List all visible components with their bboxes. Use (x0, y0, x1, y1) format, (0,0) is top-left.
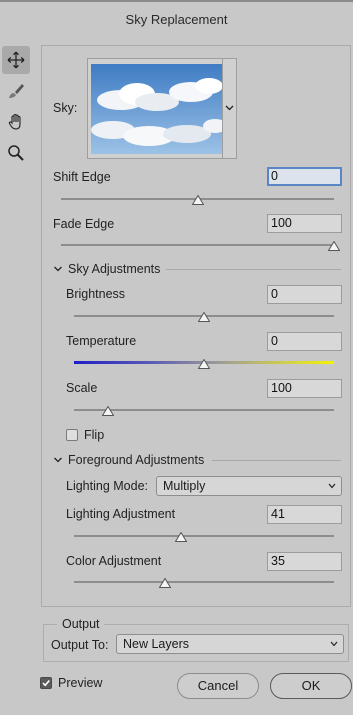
move-tool-button[interactable] (2, 46, 30, 74)
sky-adjustments-header[interactable]: Sky Adjustments (53, 262, 160, 276)
output-to-label: Output To: (51, 638, 109, 652)
shift-edge-input[interactable]: 0 (267, 167, 342, 186)
foreground-adjustments-header[interactable]: Foreground Adjustments (53, 453, 204, 467)
sky-preset-picker[interactable] (87, 58, 237, 159)
chevron-down-icon (328, 483, 336, 489)
scale-label: Scale (66, 381, 98, 395)
checkmark-icon (42, 679, 50, 687)
sky-brush-tool-button[interactable] (2, 77, 30, 105)
foreground-adjustments-title: Foreground Adjustments (68, 453, 205, 467)
color-adjustment-slider-track[interactable] (74, 581, 334, 583)
section-divider (212, 460, 341, 461)
lighting-adjustment-slider-track[interactable] (74, 535, 334, 537)
sky-label: Sky: (53, 101, 78, 115)
fade-edge-label: Fade Edge (53, 217, 115, 231)
scale-input[interactable]: 100 (267, 379, 342, 398)
lighting-adjustment-input[interactable]: 41 (267, 505, 342, 524)
temperature-input[interactable]: 0 (267, 332, 342, 351)
temperature-slider-thumb[interactable] (198, 359, 210, 369)
output-to-value: New Layers (123, 637, 189, 651)
color-adjustment-input[interactable]: 35 (267, 552, 342, 571)
fade-edge-slider-thumb[interactable] (328, 241, 340, 251)
shift-edge-slider-thumb[interactable] (191, 195, 204, 205)
lighting-mode-value: Multiply (163, 479, 206, 493)
move-arrows-icon (7, 51, 25, 69)
magnifier-icon (8, 145, 24, 161)
hand-icon (8, 113, 21, 130)
output-header: Output (62, 617, 100, 631)
brightness-input[interactable]: 0 (267, 285, 342, 304)
lighting-mode-select[interactable]: Multiply (156, 476, 342, 496)
chevron-down-icon (225, 105, 234, 111)
output-to-select[interactable]: New Layers (116, 634, 344, 654)
flip-label: Flip (84, 428, 105, 442)
chevron-down-icon (54, 457, 62, 463)
fade-edge-input[interactable]: 100 (267, 214, 342, 233)
shift-edge-label: Shift Edge (53, 170, 111, 184)
sky-clouds-thumbnail (91, 64, 223, 154)
lighting-adjustment-slider-thumb[interactable] (174, 532, 187, 542)
chevron-down-icon (54, 266, 62, 272)
preview-checkbox[interactable] (40, 677, 52, 689)
hand-tool-button[interactable] (2, 108, 30, 136)
sky-adjustments-title: Sky Adjustments (68, 262, 161, 276)
flip-checkbox[interactable] (66, 429, 78, 441)
color-adjustment-slider-thumb[interactable] (159, 578, 171, 588)
lighting-mode-label: Lighting Mode: (66, 479, 149, 493)
chevron-down-icon (330, 641, 338, 647)
color-adjustment-label: Color Adjustment (66, 554, 162, 568)
cancel-button[interactable]: Cancel (177, 673, 259, 699)
sky-dropdown-button[interactable] (222, 59, 236, 158)
brush-icon (9, 84, 24, 98)
scale-slider-thumb[interactable] (101, 406, 114, 416)
preview-label: Preview (58, 676, 103, 690)
temperature-label: Temperature (66, 334, 137, 348)
brightness-label: Brightness (66, 287, 126, 301)
ok-button[interactable]: OK (270, 673, 352, 699)
dialog-title: Sky Replacement (125, 12, 228, 27)
fade-edge-slider-track[interactable] (61, 244, 334, 246)
tool-panel (2, 46, 32, 170)
brightness-slider-thumb[interactable] (198, 312, 210, 322)
lighting-adjustment-label: Lighting Adjustment (66, 507, 176, 521)
zoom-tool-button[interactable] (2, 139, 30, 167)
section-divider (166, 269, 341, 270)
